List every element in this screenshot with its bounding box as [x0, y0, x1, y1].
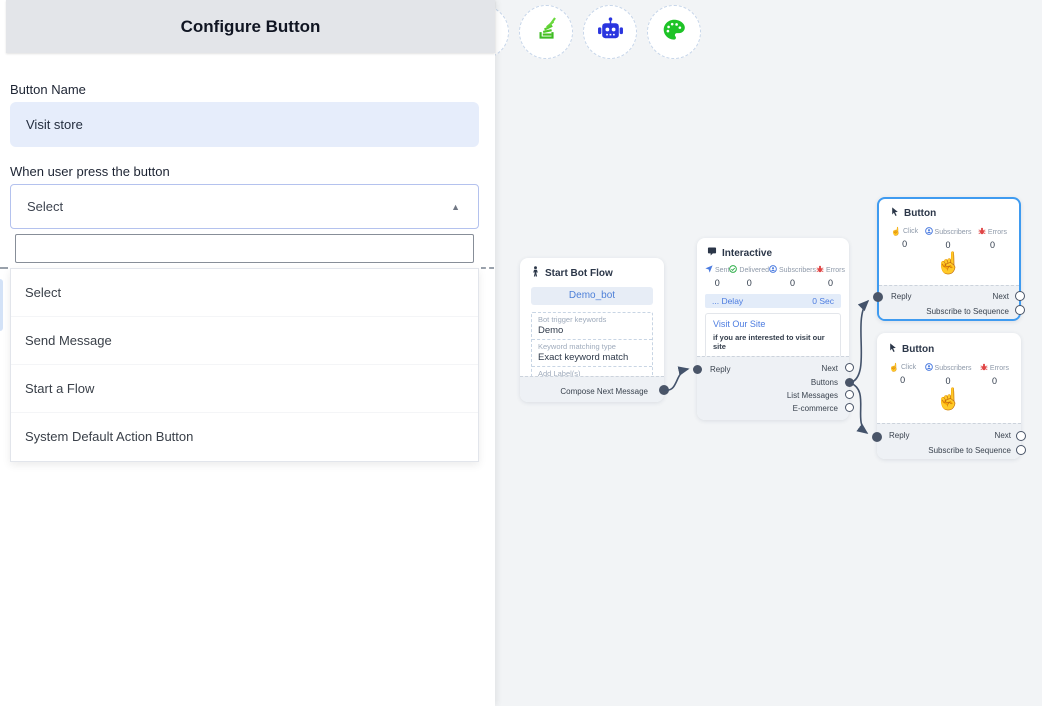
- port-label-ecommerce: E-commerce: [793, 404, 838, 413]
- stat-errors: Errors 0: [978, 227, 1007, 250]
- field-row: Bot trigger keywords Demo: [532, 313, 652, 340]
- port-reply-in[interactable]: [873, 292, 883, 302]
- port-label-subscribe: Subscribe to Sequence: [928, 446, 1011, 455]
- node-button-top[interactable]: Button ☝Click 0 Subscribers 0: [877, 197, 1021, 321]
- port-next[interactable]: [1016, 431, 1026, 441]
- panel-title: Configure Button: [6, 0, 495, 53]
- toolbar-button-theme[interactable]: [647, 5, 701, 59]
- stat-subscribers: Subscribers 0: [769, 265, 816, 288]
- cursor-icon: [889, 342, 897, 356]
- action-select[interactable]: Select ▲: [10, 184, 479, 229]
- node-title: Button: [904, 208, 936, 219]
- toolbar-button-bot[interactable]: [583, 5, 637, 59]
- action-search-input[interactable]: [15, 234, 474, 263]
- configure-button-panel: Configure Button Button Name When user p…: [0, 0, 495, 706]
- port-reply-in[interactable]: [872, 432, 882, 442]
- chevron-up-icon: ▲: [451, 202, 460, 212]
- node-button-bottom[interactable]: Button ☝Click 0 Subscribers 0: [877, 333, 1021, 459]
- port-subscribe-sequence[interactable]: [1016, 445, 1026, 455]
- check-circle-icon: [729, 265, 737, 275]
- port-label-next: Next: [995, 431, 1011, 440]
- reply-label: Reply: [889, 431, 909, 440]
- click-icon: ☝: [891, 227, 901, 236]
- field-value: Demo: [538, 325, 646, 336]
- dashed-fragment-left: [0, 267, 8, 269]
- node-title: Interactive: [722, 248, 772, 259]
- paper-plane-icon: [705, 265, 713, 275]
- option-start-a-flow[interactable]: Start a Flow: [11, 365, 478, 413]
- user-circle-icon: [769, 265, 777, 275]
- reply-label: Reply: [891, 292, 911, 301]
- stat-click: ☝Click 0: [889, 363, 916, 386]
- port-label-next: Next: [822, 364, 838, 373]
- port-label-list-messages: List Messages: [787, 391, 838, 400]
- field-label: Keyword matching type: [538, 342, 646, 351]
- field-value: Exact keyword match: [538, 352, 646, 363]
- stat-delivered: Delivered 0: [729, 265, 769, 288]
- action-options-list: Select Send Message Start a Flow System …: [10, 268, 479, 462]
- delay-label: ... Delay: [712, 296, 743, 306]
- bug-icon: [816, 265, 824, 275]
- palette-icon: [661, 17, 687, 48]
- compose-next-message-action[interactable]: Compose Next Message: [560, 387, 648, 396]
- hand-pointer-icon: ☝: [879, 253, 1019, 274]
- toolbar-button-stack[interactable]: [519, 5, 573, 59]
- delay-value: 0 Sec: [812, 296, 834, 306]
- node-start-bot-flow[interactable]: Start Bot Flow Demo_bot Bot trigger keyw…: [520, 258, 664, 402]
- robot-icon: [597, 17, 624, 47]
- bug-icon: [980, 363, 988, 373]
- button-name-label: Button Name: [10, 82, 86, 97]
- port-next[interactable]: [1015, 291, 1025, 301]
- option-system-default-action-button[interactable]: System Default Action Button: [11, 413, 478, 461]
- option-send-message[interactable]: Send Message: [11, 317, 478, 365]
- interactive-message-preview[interactable]: Visit Our Site if you are interested to …: [705, 313, 841, 358]
- stat-errors: Errors 0: [816, 265, 845, 288]
- person-icon: [531, 266, 540, 280]
- reply-label: Reply: [710, 365, 730, 374]
- port-label-buttons: Buttons: [811, 378, 838, 387]
- option-select[interactable]: Select: [11, 269, 478, 317]
- user-circle-icon: [925, 363, 933, 373]
- port-label-next: Next: [993, 292, 1009, 301]
- delay-setting[interactable]: ... Delay 0 Sec: [705, 294, 841, 308]
- button-name-input[interactable]: [10, 102, 479, 147]
- node-interactive[interactable]: Interactive Sent 0: [697, 238, 849, 420]
- stat-click: ☝Click 0: [891, 227, 918, 250]
- stack-icon: [533, 17, 559, 48]
- stat-subscribers: Subscribers 0: [925, 227, 972, 250]
- port-label-subscribe: Subscribe to Sequence: [926, 307, 1009, 316]
- cursor-icon: [891, 206, 899, 220]
- dashed-fragment-right: [481, 267, 494, 269]
- app-window: Start Bot Flow Demo_bot Bot trigger keyw…: [0, 0, 1042, 706]
- message-body: if you are interested to visit our site: [713, 333, 833, 351]
- decor-strip: [0, 279, 3, 331]
- port-reply-in[interactable]: [693, 365, 702, 374]
- port-next[interactable]: [845, 363, 854, 372]
- node-title: Button: [902, 344, 934, 355]
- click-icon: ☝: [889, 363, 899, 372]
- action-select-value: Select: [27, 199, 63, 214]
- port-buttons[interactable]: [845, 378, 854, 387]
- stat-errors: Errors 0: [980, 363, 1009, 386]
- stat-subscribers: Subscribers 0: [925, 363, 972, 386]
- user-circle-icon: [925, 227, 933, 237]
- port-compose-next-message[interactable]: [659, 385, 669, 395]
- port-list-messages[interactable]: [845, 390, 854, 399]
- field-label: Bot trigger keywords: [538, 315, 646, 324]
- hand-pointer-icon: ☝: [877, 389, 1021, 410]
- node-title: Start Bot Flow: [545, 268, 613, 279]
- port-subscribe-sequence[interactable]: [1015, 305, 1025, 315]
- port-ecommerce[interactable]: [845, 403, 854, 412]
- action-label: When user press the button: [10, 164, 170, 179]
- comment-icon: [707, 247, 717, 259]
- stat-sent: Sent 0: [705, 265, 729, 288]
- field-row: Keyword matching type Exact keyword matc…: [532, 340, 652, 367]
- message-title: Visit Our Site: [713, 319, 833, 329]
- bug-icon: [978, 227, 986, 237]
- bot-name-chip[interactable]: Demo_bot: [531, 287, 653, 305]
